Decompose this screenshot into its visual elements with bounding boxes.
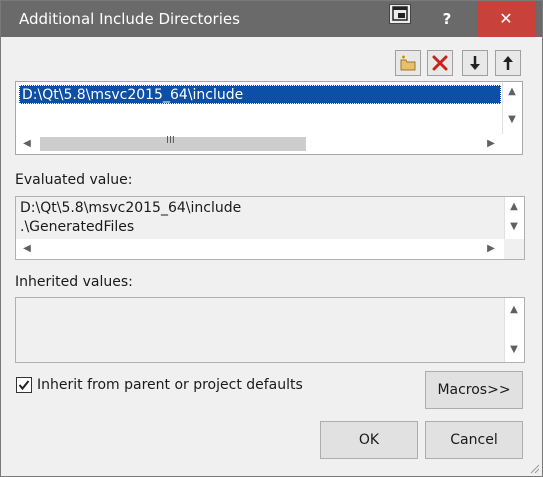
new-line-button[interactable] xyxy=(395,50,421,76)
scroll-up-arrow-icon[interactable]: ▲ xyxy=(503,83,521,101)
list-item[interactable]: D:\Qt\5.8\msvc2015_64\include xyxy=(19,85,501,104)
move-down-button[interactable] xyxy=(462,50,488,76)
title-bar: Additional Include Directories ? ✕ xyxy=(1,1,542,37)
resize-grip-icon[interactable] xyxy=(528,462,540,474)
help-button[interactable]: ? xyxy=(418,1,476,37)
inherited-vertical-scrollbar[interactable]: ▲ ▼ xyxy=(504,298,524,362)
inherit-checkbox[interactable] xyxy=(16,377,32,393)
scroll-down-arrow-icon[interactable]: ▼ xyxy=(505,341,523,359)
directory-list[interactable]: D:\Qt\5.8\msvc2015_64\include ▲ ▼ ◀ III … xyxy=(15,81,523,155)
new-folder-icon xyxy=(400,55,416,71)
scroll-left-arrow-icon[interactable]: ◀ xyxy=(18,135,36,153)
macros-button[interactable]: Macros>> xyxy=(425,371,523,409)
scroll-left-arrow-icon[interactable]: ◀ xyxy=(18,240,36,258)
delete-line-button[interactable] xyxy=(427,50,453,76)
additional-include-directories-dialog: Additional Include Directories ? ✕ D:\Qt… xyxy=(0,0,543,477)
close-button[interactable]: ✕ xyxy=(477,1,535,37)
inherited-values-label: Inherited values: xyxy=(15,274,133,290)
ok-button[interactable]: OK xyxy=(320,421,418,459)
vertical-scrollbar[interactable]: ▲ ▼ xyxy=(502,82,522,134)
scroll-up-arrow-icon[interactable]: ▲ xyxy=(505,301,523,319)
evaluated-line: D:\Qt\5.8\msvc2015_64\include xyxy=(20,200,242,216)
inherit-checkbox-label[interactable]: Inherit from parent or project defaults xyxy=(37,377,303,393)
inherited-values-box: ▲ ▼ xyxy=(15,297,525,363)
checkmark-icon xyxy=(18,380,30,391)
evaluated-value-label: Evaluated value: xyxy=(15,172,133,188)
horizontal-scroll-thumb[interactable]: III xyxy=(40,135,306,151)
horizontal-scrollbar[interactable]: ◀ III ▶ xyxy=(16,134,502,154)
move-down-icon xyxy=(470,56,480,70)
dock-window-button[interactable] xyxy=(389,4,411,24)
scroll-right-arrow-icon[interactable]: ▶ xyxy=(482,240,500,258)
evaluated-vertical-scrollbar[interactable]: ▲ ▼ xyxy=(504,197,524,239)
cancel-button[interactable]: Cancel xyxy=(425,421,523,459)
delete-icon xyxy=(432,55,448,71)
evaluated-line: .\GeneratedFiles xyxy=(20,219,135,235)
scroll-right-arrow-icon[interactable]: ▶ xyxy=(482,135,500,153)
scroll-down-arrow-icon[interactable]: ▼ xyxy=(505,218,523,236)
evaluated-horizontal-scrollbar[interactable]: ◀ ▶ xyxy=(16,239,504,259)
move-up-icon xyxy=(503,56,513,70)
scroll-up-arrow-icon[interactable]: ▲ xyxy=(505,198,523,216)
window-title: Additional Include Directories xyxy=(19,10,240,28)
move-up-button[interactable] xyxy=(495,50,521,76)
scroll-down-arrow-icon[interactable]: ▼ xyxy=(503,111,521,129)
dock-icon xyxy=(392,6,408,21)
scroll-grip: III xyxy=(166,135,175,146)
evaluated-value-box: D:\Qt\5.8\msvc2015_64\include .\Generate… xyxy=(15,196,525,260)
